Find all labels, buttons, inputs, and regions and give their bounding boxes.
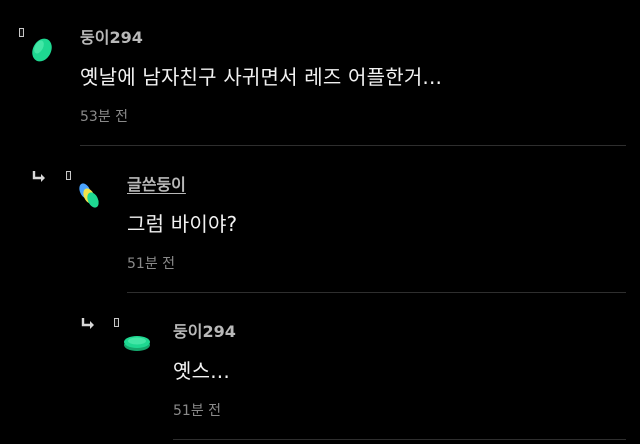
reply-arrow-icon — [81, 318, 94, 329]
comment-time: 51분 전 — [127, 256, 176, 272]
comment-time: 53분 전 — [80, 109, 129, 125]
comment-text: 그럼 바이야? — [127, 212, 238, 236]
reply-arrow-icon — [32, 171, 45, 182]
comment-divider — [127, 292, 626, 293]
comment-text: 옛스... — [173, 359, 230, 383]
green-tilted-disc-icon[interactable] — [29, 35, 55, 65]
comment-thread: 둥이294 옛날에 남자친구 사귀면서 레즈 어플한거... 53분 전 글쓴둥… — [0, 0, 640, 444]
green-stacked-discs-icon[interactable] — [76, 180, 102, 210]
comment-text: 옛날에 남자친구 사귀면서 레즈 어플한거... — [80, 65, 443, 89]
comment-author[interactable]: 글쓴둥이 — [127, 171, 186, 195]
comment-author[interactable]: 둥이294 — [80, 24, 143, 48]
badge-icon — [66, 171, 71, 180]
comment-time: 51분 전 — [173, 403, 222, 419]
comment-divider — [173, 439, 626, 440]
comment-author[interactable]: 둥이294 — [173, 318, 236, 342]
comment-divider — [80, 145, 626, 146]
badge-icon — [114, 318, 119, 327]
badge-icon — [19, 28, 24, 37]
green-flat-disc-icon[interactable] — [121, 331, 153, 355]
